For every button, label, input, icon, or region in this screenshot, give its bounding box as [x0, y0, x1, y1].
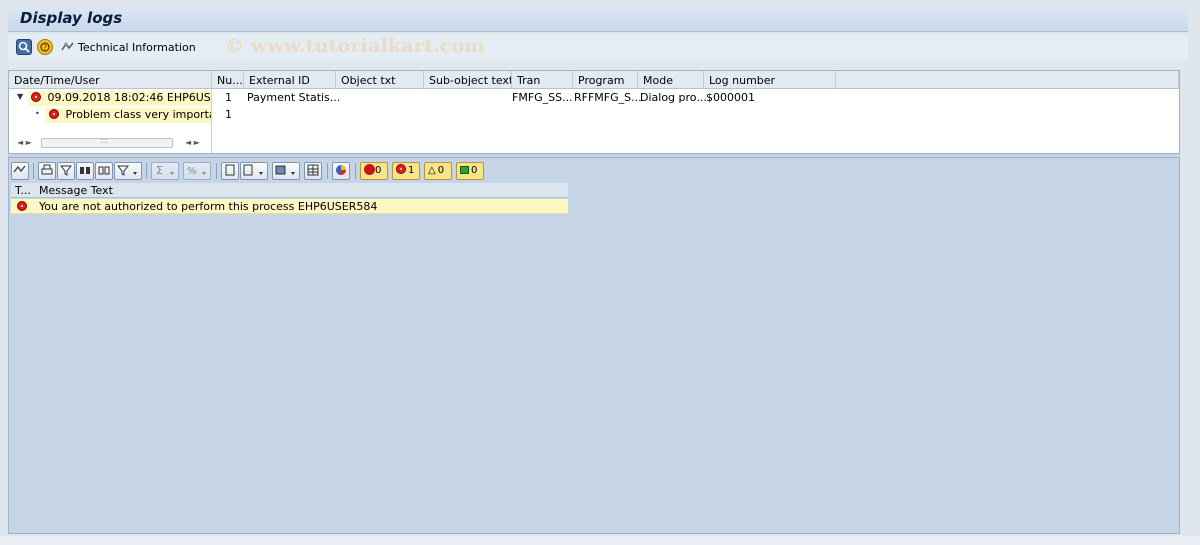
problem-class-label: Problem class very important: [65, 108, 212, 121]
error-icon: [396, 164, 406, 174]
toolbar-separator: [146, 163, 147, 179]
log-external-id: Payment Statis...: [247, 91, 341, 104]
watermark-text: © www.tutorialkart.com: [225, 35, 485, 57]
col-header-object-txt[interactable]: Object txt: [336, 71, 424, 89]
horizontal-scrollbar[interactable]: ◄ ► ::: ◄ ►: [9, 135, 211, 151]
status-area: [0, 536, 1200, 545]
success-counter[interactable]: 0: [456, 162, 484, 180]
log-number-count: 1: [225, 91, 232, 104]
messages-panel: Σ % 0 1 △ 0 0 T... Message Text You are …: [8, 157, 1180, 534]
subtotal-dropdown[interactable]: %: [183, 162, 211, 180]
col-header-number[interactable]: Nu...: [212, 71, 244, 89]
error-counter[interactable]: 1: [392, 162, 420, 180]
stop-counter[interactable]: 0: [360, 162, 388, 180]
col-header-log-number[interactable]: Log number: [704, 71, 836, 89]
log-row-date-cell[interactable]: 09.09.2018 18:02:46 EHP6USEI: [29, 91, 211, 106]
svg-text:Σ: Σ: [156, 164, 163, 177]
technical-information-button[interactable]: Technical Information: [78, 41, 196, 54]
graphic-icon[interactable]: [332, 162, 350, 180]
col-header-program[interactable]: Program: [573, 71, 638, 89]
warning-icon: △: [428, 165, 436, 176]
log-program: RFFMFG_S...: [574, 91, 642, 104]
toolbar-separator: [216, 163, 217, 179]
export-dropdown[interactable]: [240, 162, 268, 180]
log-number: $000001: [706, 91, 755, 104]
tree-leaf-bullet-icon: •: [35, 109, 40, 118]
stop-icon: [364, 164, 375, 175]
technical-detail-icon[interactable]: [11, 162, 29, 180]
collapse-triangle-icon[interactable]: ▼: [17, 92, 23, 101]
table-view-icon[interactable]: [304, 162, 322, 180]
problem-class-cell[interactable]: Problem class very important: [45, 108, 211, 123]
print-icon[interactable]: [38, 162, 56, 180]
svg-text:?: ?: [43, 43, 47, 52]
log-list-grid: Date/Time/User Nu... External ID Object …: [8, 70, 1180, 154]
toolbar-separator: [327, 163, 328, 179]
col-header-mode[interactable]: Mode: [638, 71, 704, 89]
scroll-left-right-icon[interactable]: ◄ ►: [17, 138, 32, 147]
frozen-column-divider: [211, 89, 212, 153]
error-count: 1: [408, 165, 415, 176]
col-header-message-text[interactable]: Message Text: [35, 183, 568, 198]
error-icon: [31, 92, 41, 102]
find-next-icon[interactable]: [95, 162, 113, 180]
sum-dropdown[interactable]: Σ: [151, 162, 179, 180]
col-header-date-time-user[interactable]: Date/Time/User: [9, 71, 212, 89]
filter-icon[interactable]: [57, 162, 75, 180]
log-row-problem-class[interactable]: • Problem class very important 1: [9, 107, 1179, 123]
success-count: 0: [471, 165, 478, 176]
log-row[interactable]: ▼ 09.09.2018 18:02:46 EHP6USEI 1 Payment…: [9, 90, 1179, 106]
message-row[interactable]: You are not authorized to perform this p…: [11, 199, 568, 214]
success-icon: [460, 166, 469, 174]
col-header-sub-object-text[interactable]: Sub-object text: [424, 71, 512, 89]
col-header-filler: [836, 71, 1179, 89]
toolbar-separator: [355, 163, 356, 179]
error-icon: [17, 201, 27, 211]
log-date-time-user: 09.09.2018 18:02:46 EHP6USEI: [47, 91, 212, 104]
set-filter-dropdown[interactable]: [114, 162, 142, 180]
scroll-left-right-icon[interactable]: ◄ ►: [185, 138, 200, 147]
message-text: You are not authorized to perform this p…: [39, 200, 378, 213]
find-icon[interactable]: [76, 162, 94, 180]
log-mode: Dialog pro...: [640, 91, 707, 104]
col-header-external-id[interactable]: External ID: [244, 71, 336, 89]
warning-count: 0: [437, 165, 445, 176]
scrollbar-thumb[interactable]: :::: [41, 136, 173, 148]
application-toolbar: ? Technical Information © www.tutorialka…: [8, 34, 1188, 60]
log-tran: FMFG_SS...: [512, 91, 573, 104]
col-header-tran[interactable]: Tran: [512, 71, 573, 89]
stop-count: 0: [375, 165, 382, 176]
scrollbar-grip: :::: [100, 136, 109, 145]
messages-toolbar: Σ % 0 1 △ 0 0: [11, 160, 711, 182]
detail-magnify-icon[interactable]: [16, 39, 32, 55]
title-bar: Display logs: [8, 6, 1188, 32]
technical-information-icon[interactable]: [60, 39, 76, 55]
print-preview-icon[interactable]: [221, 162, 239, 180]
svg-text:%: %: [187, 166, 197, 177]
toolbar-separator: [33, 163, 34, 179]
layout-dropdown[interactable]: [272, 162, 300, 180]
problem-class-count: 1: [225, 108, 232, 121]
help-icon[interactable]: ?: [37, 39, 53, 55]
page-title: Display logs: [20, 9, 123, 27]
error-icon: [49, 109, 59, 119]
col-header-type[interactable]: T...: [11, 183, 35, 198]
warning-counter[interactable]: △ 0: [424, 162, 452, 180]
